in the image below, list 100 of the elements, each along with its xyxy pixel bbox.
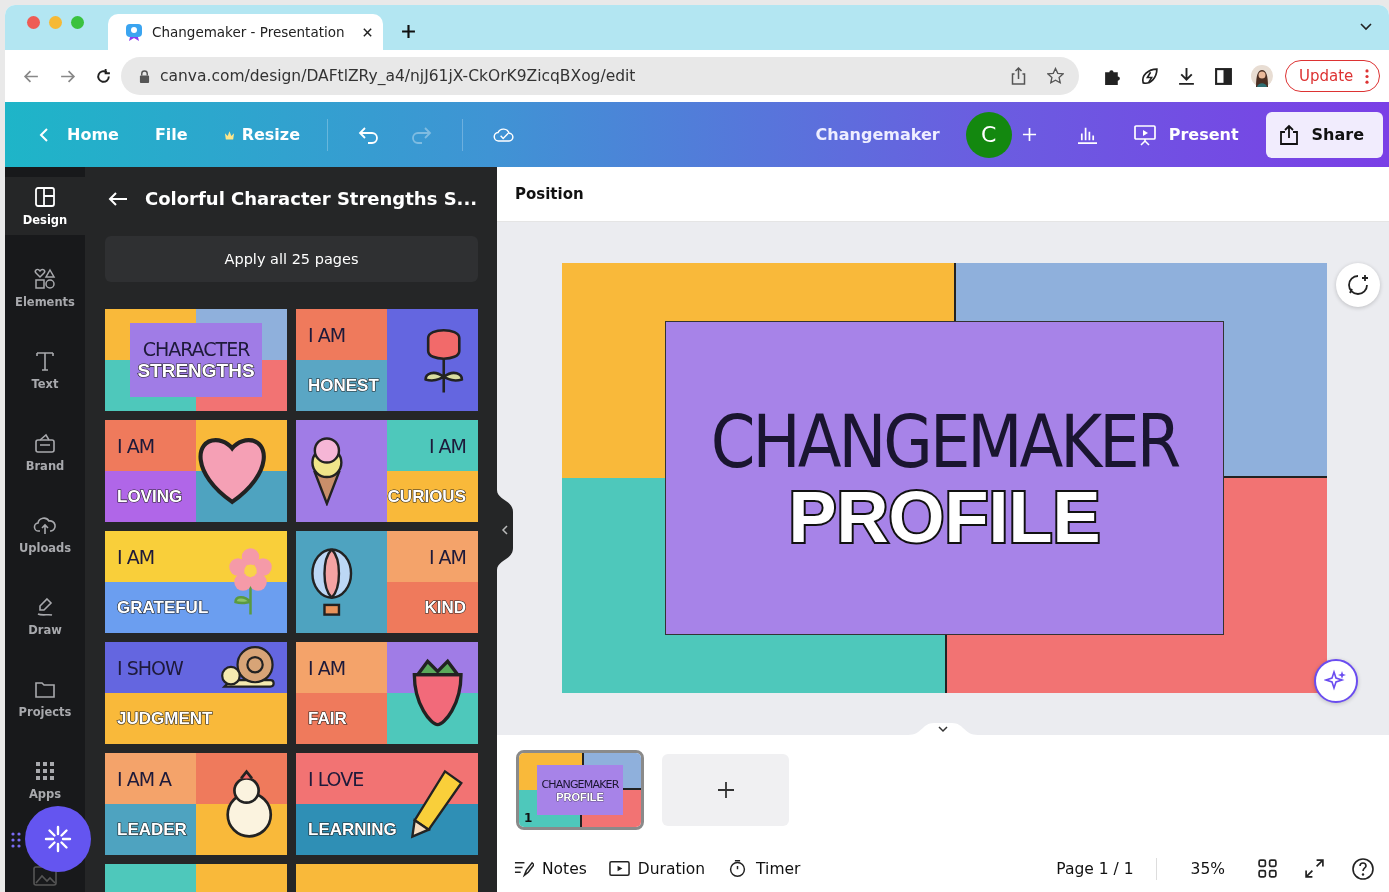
balloon-icon xyxy=(310,547,354,617)
page-indicator[interactable]: Page 1 / 1 xyxy=(1056,859,1134,878)
notes-button[interactable]: Notes xyxy=(513,859,587,878)
thumbnail-title: I AM xyxy=(308,323,346,346)
chick-icon xyxy=(224,769,273,839)
shapes-icon xyxy=(33,267,57,291)
sidebar-tab[interactable]: Uploads xyxy=(5,505,85,563)
layout-icon xyxy=(33,185,57,209)
star-icon[interactable] xyxy=(1047,67,1064,85)
magic-assistant-button[interactable] xyxy=(1314,659,1358,703)
design-title[interactable]: Changemaker xyxy=(815,125,940,144)
thumbnail-subtitle: GRATEFUL xyxy=(117,597,209,618)
text-icon xyxy=(33,349,57,373)
share-icon xyxy=(1277,123,1300,146)
template-thumbnail[interactable]: I AM A LEADER xyxy=(105,753,287,855)
pencil-icon xyxy=(410,769,464,839)
sparkle-icon xyxy=(44,825,72,853)
address-field[interactable]: canva.com/design/DAFtlZRy_a4/njJ61jX-CkOrK9ZicqBXog/edit xyxy=(121,57,1079,95)
thumbnail-title: I AM xyxy=(308,656,346,679)
add-comment-button[interactable] xyxy=(1336,263,1380,307)
position-button[interactable]: Position xyxy=(515,185,584,203)
sidebar-tab[interactable]: Design xyxy=(5,177,85,235)
thumbnail-title: I AM xyxy=(428,434,466,457)
new-tab-icon[interactable] xyxy=(401,24,416,39)
briefcase-icon xyxy=(33,431,57,455)
undo-icon[interactable] xyxy=(358,125,380,144)
cloud-check-icon[interactable] xyxy=(493,125,515,144)
thumbnail-title: I AM A xyxy=(117,767,172,790)
snail-icon xyxy=(220,645,277,691)
help-icon[interactable] xyxy=(1351,856,1375,881)
thumbnail-title: I AM xyxy=(428,545,466,568)
more-icon[interactable] xyxy=(1365,68,1370,84)
sidebar-tab[interactable]: Apps xyxy=(5,751,85,809)
template-thumbnail[interactable]: I SHOW JUDGMENT xyxy=(105,642,287,744)
sidebar-icon[interactable] xyxy=(1214,66,1233,86)
download-icon[interactable] xyxy=(1177,66,1196,86)
share-button[interactable]: Share xyxy=(1265,111,1383,158)
drag-handle-icon[interactable] xyxy=(11,832,21,848)
thumbnail-subtitle: LEADER xyxy=(117,819,187,840)
comment-plus-icon xyxy=(1346,273,1370,297)
thumbnail-subtitle: LEARNING xyxy=(308,819,397,840)
chevron-left-icon xyxy=(39,126,49,143)
page-number: 1 xyxy=(524,811,533,825)
tab-title: Changemaker - Presentation xyxy=(152,24,346,40)
sidebar-tab[interactable]: Elements xyxy=(5,259,85,317)
thumbnail-subtitle: FAIR xyxy=(308,708,347,729)
thumbnail-subtitle: JUDGMENT xyxy=(117,708,213,729)
template-title: Colorful Character Strengths S... xyxy=(145,188,478,209)
timer-button[interactable]: Timer xyxy=(727,859,801,878)
sidebar-tab[interactable]: Text xyxy=(5,341,85,399)
thumbnail-subtitle: STRENGTHS xyxy=(137,360,255,382)
flower-icon xyxy=(228,547,273,617)
template-thumbnail[interactable]: I LOVE LEARNING xyxy=(296,753,478,855)
thumbnail-subtitle: PROFILE xyxy=(556,790,604,803)
present-button[interactable]: Present xyxy=(1117,114,1254,155)
thumbnail-subtitle: HONEST xyxy=(308,375,379,396)
zoom-level[interactable]: 35% xyxy=(1190,859,1225,878)
thumbnail-title: I SHOW xyxy=(117,656,183,679)
thumbnail-title: CHANGEMAKER xyxy=(541,777,619,791)
bar-chart-icon[interactable] xyxy=(1076,125,1098,144)
plus-icon[interactable] xyxy=(1021,127,1037,142)
browser-tab[interactable]: Changemaker - Presentation xyxy=(108,14,383,50)
reload-icon[interactable] xyxy=(95,67,112,85)
fullscreen-icon[interactable] xyxy=(1304,858,1325,879)
thumbnail-subtitle: CURIOUS xyxy=(387,486,466,507)
template-thumbnail[interactable]: I AM CURIOUS xyxy=(296,420,478,522)
template-thumbnail[interactable]: I AM GRATEFUL xyxy=(105,531,287,633)
notes-icon xyxy=(513,859,534,878)
thumbnail-title: I LOVE xyxy=(308,767,364,790)
template-thumbnail[interactable]: I AM FAIR xyxy=(296,642,478,744)
user-avatar[interactable]: C xyxy=(965,111,1012,158)
thumbnail-title: CHARACTER xyxy=(142,338,250,360)
bolt-icon[interactable] xyxy=(1140,66,1159,86)
crown-icon xyxy=(223,129,235,140)
play-icon xyxy=(608,859,630,878)
template-thumbnail[interactable]: I AM KIND xyxy=(296,531,478,633)
sidebar-tab[interactable]: Draw xyxy=(5,587,85,645)
presentation-screen-icon xyxy=(1132,123,1157,146)
template-thumbnail[interactable]: I AM HONEST xyxy=(296,309,478,411)
thumbnail-title: I AM xyxy=(117,545,155,568)
presentation-favicon-icon xyxy=(124,22,144,42)
collapse-panel-handle[interactable] xyxy=(497,490,513,570)
plus-icon xyxy=(715,780,736,800)
lock-icon xyxy=(139,69,150,83)
duration-button[interactable]: Duration xyxy=(608,859,706,878)
thumbnail-title: I AM xyxy=(117,434,155,457)
strawberry-icon xyxy=(410,658,464,728)
grid-view-icon[interactable] xyxy=(1257,858,1278,879)
sidebar-tab[interactable]: Projects xyxy=(5,669,85,727)
thumbnail-subtitle: KIND xyxy=(424,597,466,618)
apply-button[interactable]: Apply all 25 pages xyxy=(105,236,478,282)
sidebar-tab[interactable]: Brand xyxy=(5,423,85,481)
chevron-down-icon[interactable] xyxy=(1360,23,1372,31)
share-icon[interactable] xyxy=(1010,67,1027,85)
page-thumbnail[interactable]: CHANGEMAKER PROFILE 1 xyxy=(516,750,644,830)
template-thumbnail[interactable]: I AM LOVING xyxy=(105,420,287,522)
close-icon[interactable] xyxy=(362,26,373,38)
back-arrow-icon[interactable] xyxy=(108,190,128,207)
apps-icon xyxy=(33,759,57,783)
profile-avatar[interactable] xyxy=(1251,65,1273,87)
